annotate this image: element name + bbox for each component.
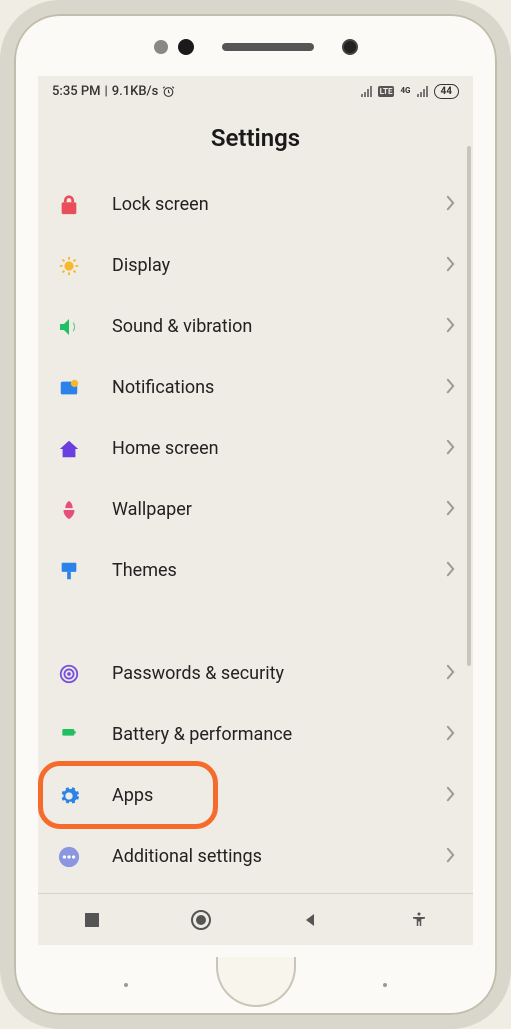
settings-row-wallpaper[interactable]: Wallpaper [44,479,467,540]
lte-badge-icon: LTE [378,86,395,97]
volume-icon [56,314,82,340]
chevron-right-icon [446,664,455,684]
settings-row-home-screen[interactable]: Home screen [44,418,467,479]
scrollbar[interactable] [467,146,471,666]
alarm-icon [162,85,175,98]
status-right: LTE 4G 44 [361,84,459,99]
row-label: Home screen [112,438,446,459]
row-label: Battery & performance [112,724,446,745]
row-label: Display [112,255,446,276]
chevron-right-icon [446,847,455,867]
brush-icon [56,558,82,584]
flower-icon [56,497,82,523]
battery-icon [56,722,82,748]
row-label: Notifications [112,377,446,398]
back-button[interactable] [297,907,323,933]
chevron-right-icon [446,439,455,459]
settings-row-sound-vibration[interactable]: Sound & vibration [44,296,467,357]
row-label: Lock screen [112,194,446,215]
dots-icon [56,844,82,870]
chevron-right-icon [446,786,455,806]
recents-button[interactable] [79,907,105,933]
sun-icon [56,253,82,279]
settings-row-apps[interactable]: Apps [44,765,467,826]
phone-frame: 5:35 PM | 9.1KB/s LTE 4G 44 Settings Loc… [0,0,511,1029]
lock-icon [56,192,82,218]
physical-home-button [216,957,296,1007]
row-label: Apps [112,785,446,806]
chevron-right-icon [446,256,455,276]
settings-row-themes[interactable]: Themes [44,540,467,601]
status-bar: 5:35 PM | 9.1KB/s LTE 4G 44 [38,76,473,106]
page-title: Settings [38,106,473,174]
shield-icon [56,661,82,687]
settings-row-display[interactable]: Display [44,235,467,296]
status-net-speed: 9.1KB/s [112,84,159,99]
home-button[interactable] [188,907,214,933]
settings-row-lock-screen[interactable]: Lock screen [44,174,467,235]
chevron-right-icon [446,500,455,520]
battery-indicator: 44 [434,84,459,99]
settings-row-notifications[interactable]: Notifications [44,357,467,418]
network-4g-icon: 4G [400,87,410,95]
screen: 5:35 PM | 9.1KB/s LTE 4G 44 Settings Loc… [38,76,473,945]
status-time: 5:35 PM [52,84,101,99]
signal-icon-2 [417,86,428,97]
row-label: Sound & vibration [112,316,446,337]
row-label: Themes [112,560,446,581]
chevron-right-icon [446,561,455,581]
chevron-right-icon [446,378,455,398]
phone-notch [14,34,497,60]
settings-list: Lock screen Display Sound & vibration Notif… [38,174,473,887]
settings-row-passwords-security[interactable]: Passwords & security [44,643,467,704]
status-left: 5:35 PM | 9.1KB/s [52,84,175,99]
chevron-right-icon [446,725,455,745]
navigation-bar [38,893,473,945]
settings-row-additional-settings[interactable]: Additional settings [44,826,467,887]
chevron-right-icon [446,195,455,215]
row-label: Wallpaper [112,499,446,520]
signal-icon [361,86,372,97]
notification-icon [56,375,82,401]
accessibility-button[interactable] [406,907,432,933]
home-icon [56,436,82,462]
row-label: Passwords & security [112,663,446,684]
chevron-right-icon [446,317,455,337]
gear-icon [56,783,82,809]
row-label: Additional settings [112,846,446,867]
settings-row-battery-performance[interactable]: Battery & performance [44,704,467,765]
